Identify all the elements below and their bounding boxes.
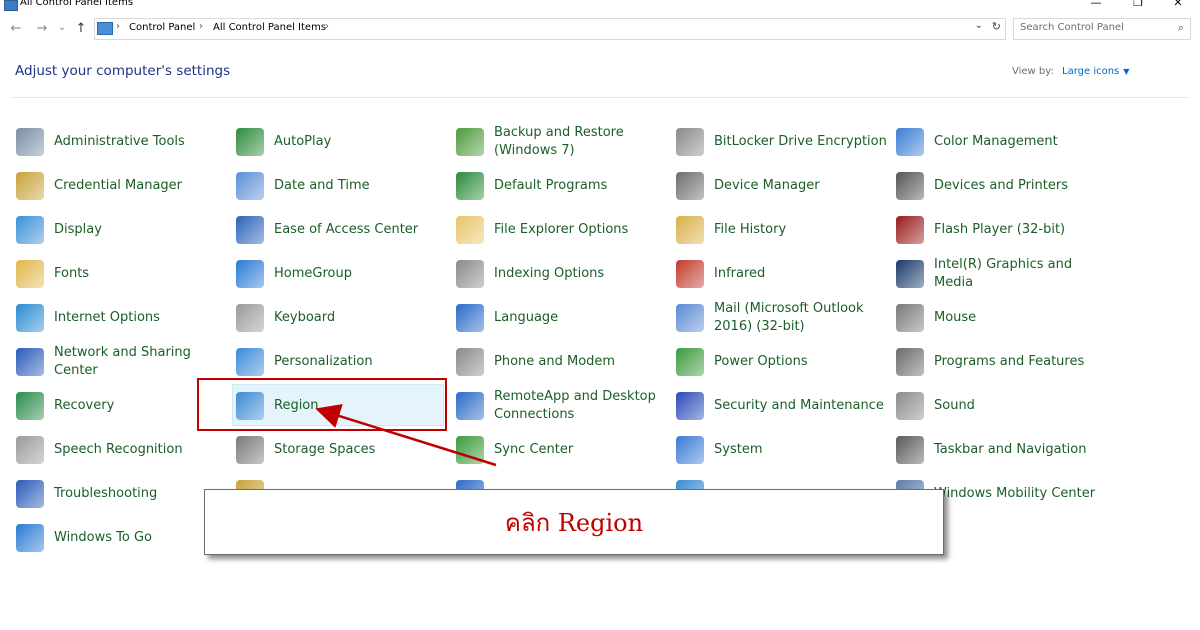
- instruction-callout: คลิก Region: [204, 489, 944, 555]
- instruction-text: คลิก Region: [504, 508, 644, 537]
